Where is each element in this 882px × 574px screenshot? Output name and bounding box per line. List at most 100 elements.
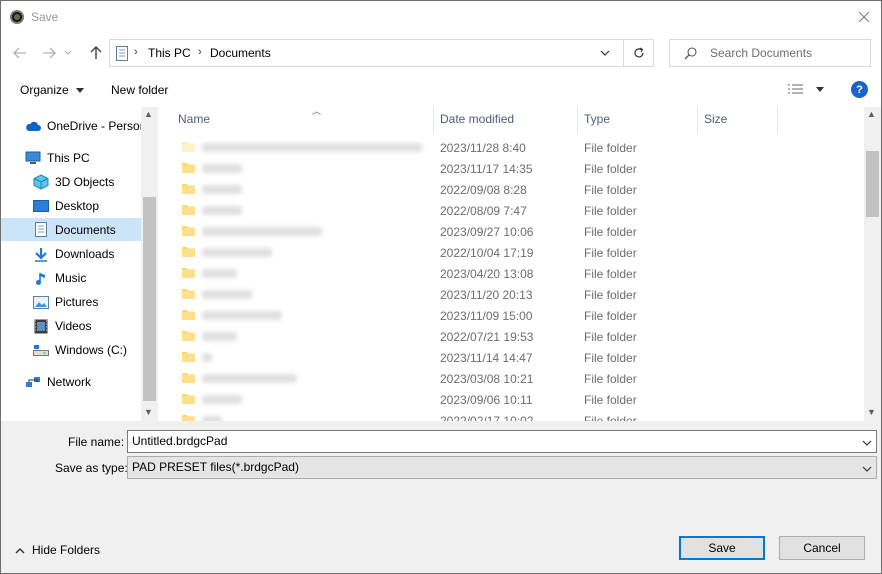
file-row[interactable]: 2023/11/17 14:35 File folder [158,158,864,179]
caret-down-icon [76,88,85,94]
file-type: File folder [584,267,637,281]
forward-button[interactable] [40,45,58,61]
file-date: 2022/09/08 8:28 [440,183,527,197]
file-list: ︿ Name Date modified Type Size 2023/11/2… [158,107,881,421]
file-name-redacted [202,185,242,194]
sort-ascending-icon: ︿ [312,107,322,116]
nav-item-label: Windows (C:) [55,343,128,357]
refresh-icon [633,47,644,58]
organize-button[interactable]: Organize [20,83,85,97]
folder-icon [182,268,195,278]
file-row[interactable]: 2023/04/20 13:08 File folder [158,263,864,284]
file-type: File folder [584,162,637,176]
search-input[interactable]: Search Documents [669,39,871,67]
file-name-input[interactable]: Untitled.brdgcPad [127,430,877,453]
save-type-label: Save as type: [55,461,128,475]
save-button[interactable]: Save [679,536,765,560]
change-view-button[interactable] [787,83,825,98]
scrollbar-thumb[interactable] [866,151,879,217]
column-header-size[interactable]: Size [698,107,778,133]
nav-item-network[interactable]: Network [25,371,158,393]
column-header-name[interactable]: ︿ Name [172,107,434,133]
breadcrumb-this-pc[interactable]: This PC [148,46,191,60]
file-row[interactable]: 2023/11/14 14:47 File folder [158,347,864,368]
help-button[interactable]: ? [851,81,868,98]
file-date: 2023/11/28 8:40 [440,141,526,155]
save-type-dropdown[interactable] [862,462,872,476]
file-row[interactable]: 2023/09/27 10:06 File folder [158,221,864,242]
nav-item-3d-objects[interactable]: 3D Objects [33,171,158,193]
file-type: File folder [584,246,637,260]
save-dialog: Save › This PC › Documents Search Docume… [0,0,882,574]
network-icon [25,374,41,390]
file-date: 2023/11/17 14:35 [440,162,533,176]
file-row[interactable]: 2023/11/28 8:40 File folder [158,137,864,158]
file-name-redacted [202,353,212,362]
file-date: 2022/10/04 17:19 [440,246,534,260]
file-date: 2023/11/20 20:13 [440,288,533,302]
file-type: File folder [584,183,637,197]
file-row[interactable]: 2023/11/09 15:00 File folder [158,305,864,326]
file-type: File folder [584,372,637,386]
organize-label: Organize [20,83,69,97]
file-type: File folder [584,351,637,365]
nav-item-label: Videos [55,319,92,333]
scroll-down-icon[interactable]: ▼ [867,407,876,417]
file-row[interactable]: 2022/09/08 8:28 File folder [158,179,864,200]
address-history-dropdown[interactable] [600,46,610,60]
scrollbar-thumb[interactable] [143,197,156,401]
save-type-select[interactable]: PAD PRESET files(*.brdgcPad) [127,456,877,479]
file-name-redacted [202,311,282,320]
new-folder-button[interactable]: New folder [111,83,168,97]
column-header-label: Type [584,112,611,126]
file-row[interactable]: 2022/07/21 19:53 File folder [158,326,864,347]
cancel-button[interactable]: Cancel [779,536,865,560]
file-date: 2022/07/21 19:53 [440,330,534,344]
file-row[interactable]: 2022/02/17 10:02 File folder [158,410,864,421]
music-icon [33,270,49,286]
address-bar[interactable]: › This PC › Documents [109,39,654,67]
nav-item-videos[interactable]: Videos [33,315,158,337]
recent-locations-button[interactable] [63,45,73,61]
search-placeholder: Search Documents [710,46,813,60]
file-row[interactable]: 2023/11/20 20:13 File folder [158,284,864,305]
file-date: 2023/11/09 15:00 [440,309,533,323]
file-row[interactable]: 2023/09/06 10:11 File folder [158,389,864,410]
nav-item-label: 3D Objects [55,175,115,189]
close-button[interactable] [847,1,881,33]
nav-item-label: Pictures [55,295,99,309]
nav-item-this-pc[interactable]: This PC [25,147,158,169]
up-button[interactable] [87,45,105,61]
column-header-date[interactable]: Date modified [434,107,578,133]
file-list-scrollbar[interactable]: ▲ ▼ [864,107,881,421]
file-row[interactable]: 2022/08/09 7:47 File folder [158,200,864,221]
nav-pane-scrollbar[interactable]: ▲ ▼ [141,107,158,421]
nav-item-onedrive[interactable]: OneDrive - Persor [25,115,158,137]
nav-item-windows-c[interactable]: Windows (C:) [33,339,158,361]
nav-item-documents[interactable]: Documents [1,218,141,241]
file-type: File folder [584,414,637,421]
column-header-type[interactable]: Type [578,107,698,133]
folder-icon [182,415,195,421]
drive-icon [33,342,49,358]
file-row[interactable]: 2023/03/08 10:21 File folder [158,368,864,389]
nav-item-music[interactable]: Music [33,267,158,289]
nav-item-downloads[interactable]: Downloads [33,243,158,265]
hide-folders-button[interactable]: Hide Folders [15,543,100,557]
pictures-icon [33,294,49,310]
file-name-dropdown[interactable] [862,436,872,450]
this-pc-icon [25,150,41,166]
scroll-up-icon[interactable]: ▲ [144,109,153,119]
scroll-down-icon[interactable]: ▼ [144,407,153,417]
file-date: 2023/09/06 10:11 [440,393,533,407]
nav-item-desktop[interactable]: Desktop [33,195,158,217]
file-row[interactable]: 2022/10/04 17:19 File folder [158,242,864,263]
folder-icon [182,310,195,320]
breadcrumb-documents[interactable]: Documents [210,46,271,60]
nav-item-pictures[interactable]: Pictures [33,291,158,313]
refresh-button[interactable] [623,40,653,66]
file-name-label: File name: [68,435,125,449]
scroll-up-icon[interactable]: ▲ [867,109,876,119]
file-date: 2023/09/27 10:06 [440,225,534,239]
back-button[interactable] [11,45,29,61]
